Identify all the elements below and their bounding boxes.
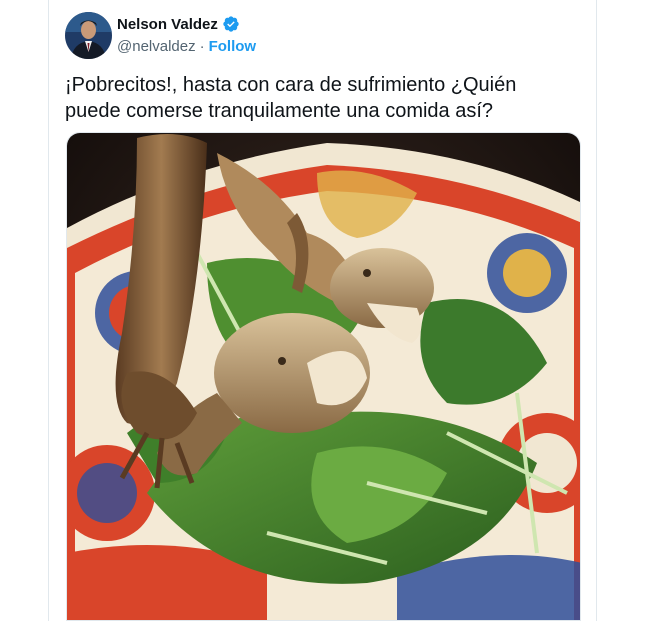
tweet-card: Nelson Valdez @nelvaldez · Follow ¡Pobreci… bbox=[48, 0, 597, 621]
profile-photo-icon bbox=[65, 12, 112, 59]
avatar[interactable] bbox=[65, 12, 112, 59]
follow-button[interactable]: Follow bbox=[209, 38, 257, 55]
separator-dot: · bbox=[199, 38, 205, 55]
author-display-name[interactable]: Nelson Valdez bbox=[117, 16, 218, 33]
author-handle[interactable]: @nelvaldez bbox=[117, 38, 196, 55]
author-name-row: Nelson Valdez bbox=[117, 15, 240, 33]
tweet-media[interactable] bbox=[66, 132, 581, 621]
food-photo-icon bbox=[67, 133, 580, 620]
author-handle-row: @nelvaldez · Follow bbox=[117, 38, 256, 55]
verified-badge-icon bbox=[222, 15, 240, 33]
tweet-text: ¡Pobrecitos!, hasta con cara de sufrimie… bbox=[65, 74, 517, 122]
